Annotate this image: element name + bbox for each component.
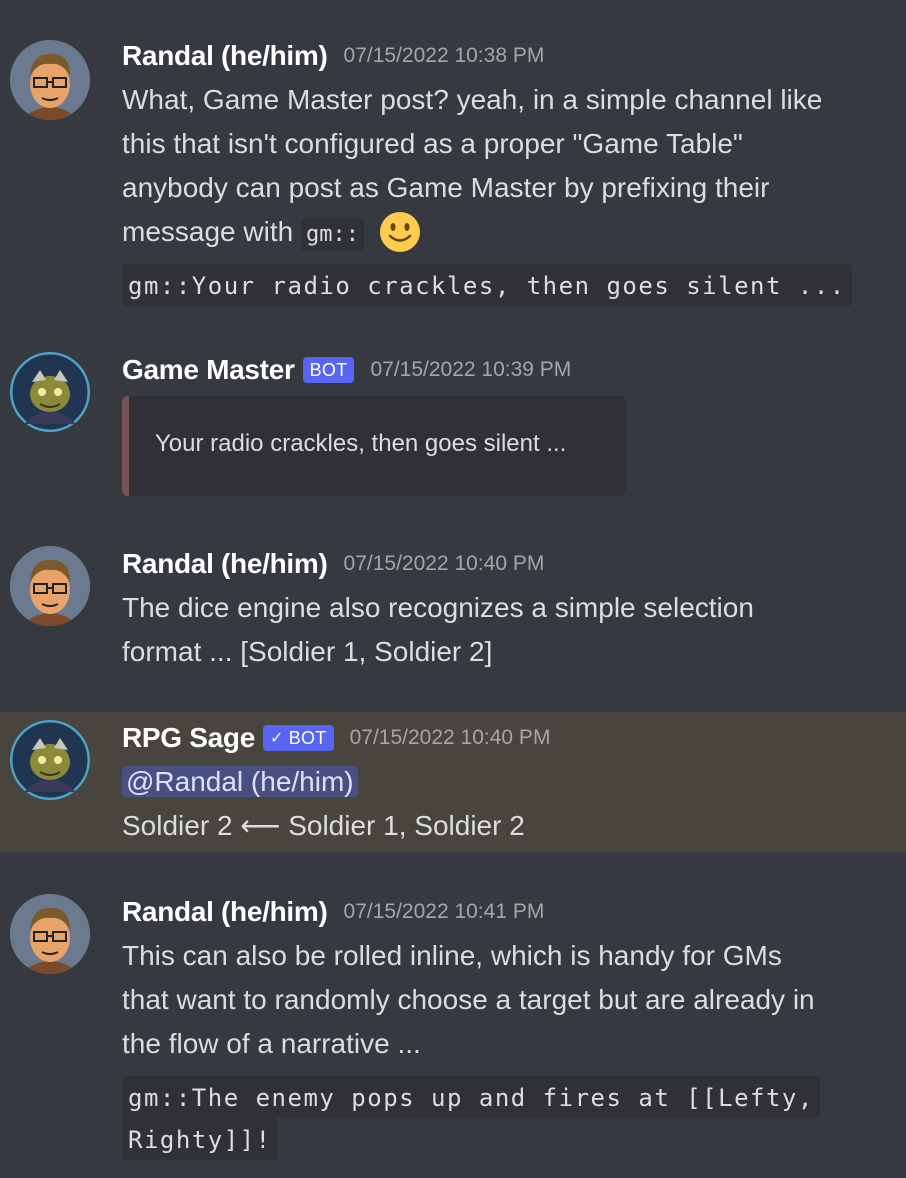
timestamp[interactable]: 07/15/2022 10:40 PM xyxy=(350,726,551,750)
message-line: format ... [Soldier 1, Soldier 2] xyxy=(122,636,493,667)
message-line: the flow of a narrative ... xyxy=(122,1028,421,1059)
code-block: gm::Your radio crackles, then goes silen… xyxy=(122,264,852,306)
code-block-line: Righty]]! xyxy=(122,1118,278,1160)
timestamp[interactable]: 07/15/2022 10:38 PM xyxy=(344,44,545,68)
slightly-smiling-face-icon xyxy=(378,210,422,254)
timestamp[interactable]: 07/15/2022 10:39 PM xyxy=(370,358,571,382)
avatar-rpg-sage[interactable] xyxy=(10,720,90,800)
badge-label: BOT xyxy=(288,727,327,748)
author-name[interactable]: Randal (he/him) xyxy=(122,40,328,72)
avatar-randal[interactable] xyxy=(10,546,90,626)
message-line: This can also be rolled inline, which is… xyxy=(122,940,782,971)
timestamp[interactable]: 07/15/2022 10:40 PM xyxy=(344,552,545,576)
verified-bot-badge: ✓ BOT xyxy=(262,725,334,751)
timestamp[interactable]: 07/15/2022 10:41 PM xyxy=(344,900,545,924)
message-line: message with xyxy=(122,216,294,247)
checkmark-icon: ✓ xyxy=(269,730,284,747)
message-line-with-code: message with gm:: xyxy=(122,210,422,257)
message-line: What, Game Master post? yeah, in a simpl… xyxy=(122,84,823,115)
bot-badge: BOT xyxy=(302,357,355,383)
message-line: this that isn't configured as a proper "… xyxy=(122,128,743,159)
message-line: anybody can post as Game Master by prefi… xyxy=(122,172,770,203)
author-name[interactable]: Randal (he/him) xyxy=(122,548,328,580)
code-block-line: gm::The enemy pops up and fires at [[Lef… xyxy=(122,1076,820,1118)
embed-text: Your radio crackles, then goes silent ..… xyxy=(155,430,567,457)
author-name[interactable]: Randal (he/him) xyxy=(122,896,328,928)
avatar-randal[interactable] xyxy=(10,40,90,120)
message-line: The dice engine also recognizes a simple… xyxy=(122,592,754,623)
inline-code: gm:: xyxy=(300,218,364,251)
avatar-randal[interactable] xyxy=(10,894,90,974)
mention-line: @Randal (he/him) xyxy=(122,760,358,804)
author-name[interactable]: RPG Sage xyxy=(122,722,255,754)
embed: Your radio crackles, then goes silent ..… xyxy=(122,396,626,496)
message-line: that want to randomly choose a target bu… xyxy=(122,984,815,1015)
result-line: Soldier 2 ⟵ Soldier 1, Soldier 2 xyxy=(122,810,525,841)
user-mention[interactable]: @Randal (he/him) xyxy=(122,766,358,797)
avatar-game-master[interactable] xyxy=(10,352,90,432)
author-name[interactable]: Game Master xyxy=(122,354,295,386)
